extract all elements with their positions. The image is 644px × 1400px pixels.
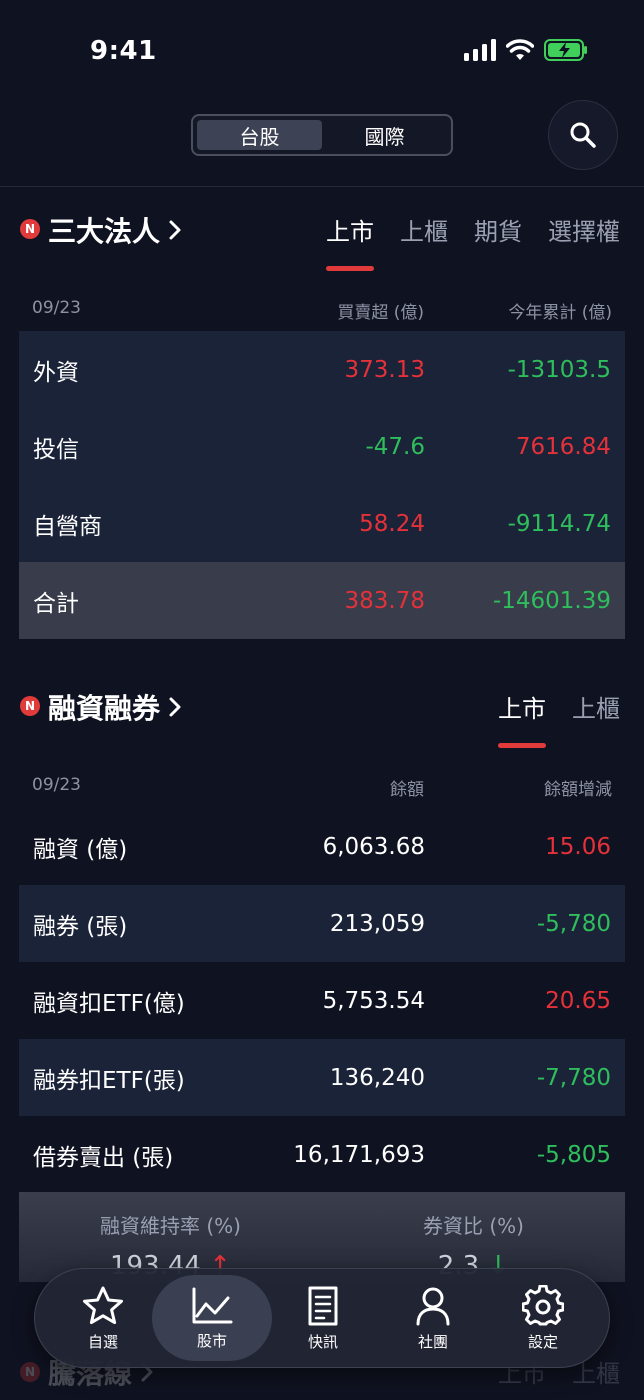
row-net: -47.6 xyxy=(365,433,425,460)
row-change: 15.06 xyxy=(545,833,611,860)
row-net: 58.24 xyxy=(359,510,425,537)
tab-listed[interactable]: 上市 xyxy=(326,212,374,271)
tabbar-label: 社團 xyxy=(417,1332,448,1351)
status-icons xyxy=(464,38,588,62)
wifi-icon xyxy=(506,39,534,60)
row-name: 融券扣ETF(張) xyxy=(33,1067,185,1094)
tab-listed[interactable]: 上市 xyxy=(498,689,546,748)
row-balance: 16,171,693 xyxy=(293,1141,425,1168)
row-balance: 213,059 xyxy=(329,910,425,937)
status-time: 9:41 xyxy=(90,36,157,66)
table-row[interactable]: 融資扣ETF(億) 5,753.54 20.65 xyxy=(19,962,625,1039)
row-net: 383.78 xyxy=(344,587,425,614)
bottom-tab-bar: 自選 股市 快訊 社團 設定 xyxy=(34,1268,610,1368)
person-icon xyxy=(416,1287,450,1325)
row-change: 20.65 xyxy=(545,987,611,1014)
row-ytd: 7616.84 xyxy=(515,433,611,460)
row-balance: 5,753.54 xyxy=(322,987,425,1014)
battery-charging-icon xyxy=(544,39,587,61)
table-row[interactable]: 投信 -47.6 7616.84 xyxy=(19,408,625,485)
row-balance: 136,240 xyxy=(329,1064,425,1091)
margin-tabs: 上市 上櫃 xyxy=(498,689,620,748)
tabbar-label: 自選 xyxy=(87,1332,118,1351)
market-segmented-control: 台股 國際 xyxy=(191,114,453,156)
chart-line-icon xyxy=(192,1287,233,1323)
news-document-icon xyxy=(308,1286,338,1325)
cellular-signal-icon xyxy=(464,39,496,61)
maintenance-rate-label: 融資維持率 (%) xyxy=(100,1214,241,1238)
date-label: 09/23 xyxy=(32,298,81,318)
row-name: 合計 xyxy=(33,590,79,617)
star-icon xyxy=(83,1286,123,1324)
row-net: 373.13 xyxy=(344,356,425,383)
row-ytd: -14601.39 xyxy=(492,587,611,614)
institutional-title-link[interactable]: 三大法人 xyxy=(48,210,182,250)
chevron-right-icon xyxy=(169,220,181,240)
institutional-table: 外資 373.13 -13103.5 投信 -47.6 7616.84 自營商 … xyxy=(19,331,625,639)
row-name: 融資 (億) xyxy=(33,836,128,863)
status-bar: 9:41 xyxy=(0,0,644,100)
row-name: 融券 (張) xyxy=(33,913,128,940)
col-balance-change: 餘額增減 xyxy=(544,780,612,800)
segment-international[interactable]: 國際 xyxy=(322,120,447,150)
search-icon xyxy=(570,122,596,148)
tabbar-stock-market[interactable]: 股市 xyxy=(152,1275,272,1361)
table-row[interactable]: 融資 (億) 6,063.68 15.06 xyxy=(19,808,625,885)
table-row[interactable]: 外資 373.13 -13103.5 xyxy=(19,331,625,408)
tabbar-label: 設定 xyxy=(527,1332,558,1351)
institutional-table-header: 09/23 買賣超 (億) 今年累計 (億) xyxy=(32,298,612,323)
tabbar-label: 股市 xyxy=(196,1331,227,1350)
institutional-title: 三大法人 xyxy=(48,215,161,248)
institutional-section-header: N 三大法人 上市 上櫃 期貨 選擇權 xyxy=(0,198,644,271)
row-name: 投信 xyxy=(33,436,79,463)
row-name: 外資 xyxy=(33,359,79,386)
tab-otc[interactable]: 上櫃 xyxy=(400,212,448,247)
margin-table: 融資 (億) 6,063.68 15.06 融券 (張) 213,059 -5,… xyxy=(19,808,625,1193)
gear-icon xyxy=(522,1284,564,1325)
row-change: -5,805 xyxy=(536,1141,611,1168)
table-row[interactable]: 自營商 58.24 -9114.74 xyxy=(19,485,625,562)
table-row[interactable]: 融券扣ETF(張) 136,240 -7,780 xyxy=(19,1039,625,1116)
row-balance: 6,063.68 xyxy=(322,833,425,860)
row-change: -5,780 xyxy=(536,910,611,937)
new-badge: N xyxy=(20,219,40,239)
col-ytd-cumulative: 今年累計 (億) xyxy=(508,303,612,323)
institutional-tabs: 上市 上櫃 期貨 選擇權 xyxy=(326,212,620,271)
row-name: 借券賣出 (張) xyxy=(33,1144,174,1171)
segment-taiwan-stocks[interactable]: 台股 xyxy=(197,120,322,150)
table-row[interactable]: 融券 (張) 213,059 -5,780 xyxy=(19,885,625,962)
tabbar-label: 快訊 xyxy=(307,1332,338,1351)
row-ytd: -9114.74 xyxy=(507,510,611,537)
tab-otc[interactable]: 上櫃 xyxy=(572,689,620,724)
margin-title: 融資融券 xyxy=(48,692,161,725)
date-label: 09/23 xyxy=(32,775,81,795)
margin-section-header: N 融資融券 上市 上櫃 xyxy=(0,675,644,748)
margin-table-header: 09/23 餘額 餘額增減 xyxy=(32,775,612,800)
new-badge: N xyxy=(20,1362,40,1382)
header-divider xyxy=(0,186,644,187)
row-name: 自營商 xyxy=(33,513,102,540)
tabbar-watchlist[interactable]: 自選 xyxy=(43,1275,163,1361)
search-button[interactable] xyxy=(548,100,618,170)
col-balance: 餘額 xyxy=(390,780,424,800)
margin-title-link[interactable]: 融資融券 xyxy=(48,687,182,727)
tab-futures[interactable]: 期貨 xyxy=(474,212,522,247)
row-change: -7,780 xyxy=(536,1064,611,1091)
tabbar-community[interactable]: 社團 xyxy=(373,1275,493,1361)
col-net-buy-sell: 買賣超 (億) xyxy=(337,303,424,323)
short-margin-ratio-label: 券資比 (%) xyxy=(423,1214,524,1238)
row-ytd: -13103.5 xyxy=(507,356,611,383)
table-row[interactable]: 借券賣出 (張) 16,171,693 -5,805 xyxy=(19,1116,625,1193)
tabbar-news[interactable]: 快訊 xyxy=(263,1275,383,1361)
row-name: 融資扣ETF(億) xyxy=(33,990,185,1017)
tab-options[interactable]: 選擇權 xyxy=(548,212,620,247)
new-badge: N xyxy=(20,696,40,716)
chevron-right-icon xyxy=(169,697,181,717)
tabbar-settings[interactable]: 設定 xyxy=(483,1275,603,1361)
table-row-total[interactable]: 合計 383.78 -14601.39 xyxy=(19,562,625,639)
